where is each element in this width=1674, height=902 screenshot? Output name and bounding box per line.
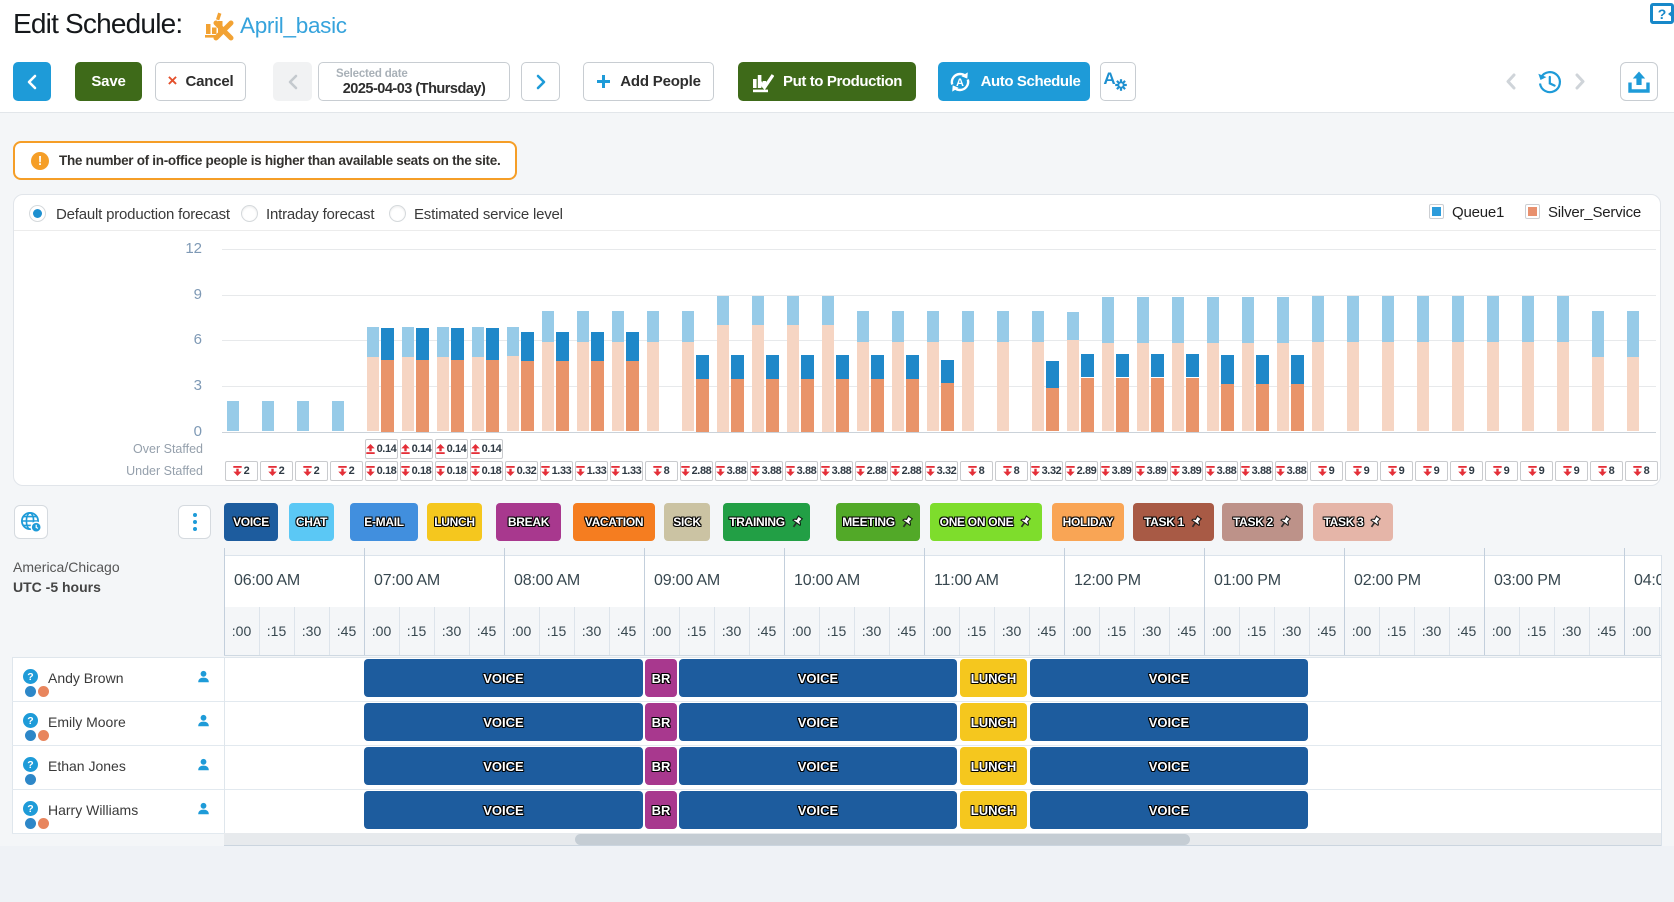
svg-text:A: A xyxy=(956,77,964,89)
